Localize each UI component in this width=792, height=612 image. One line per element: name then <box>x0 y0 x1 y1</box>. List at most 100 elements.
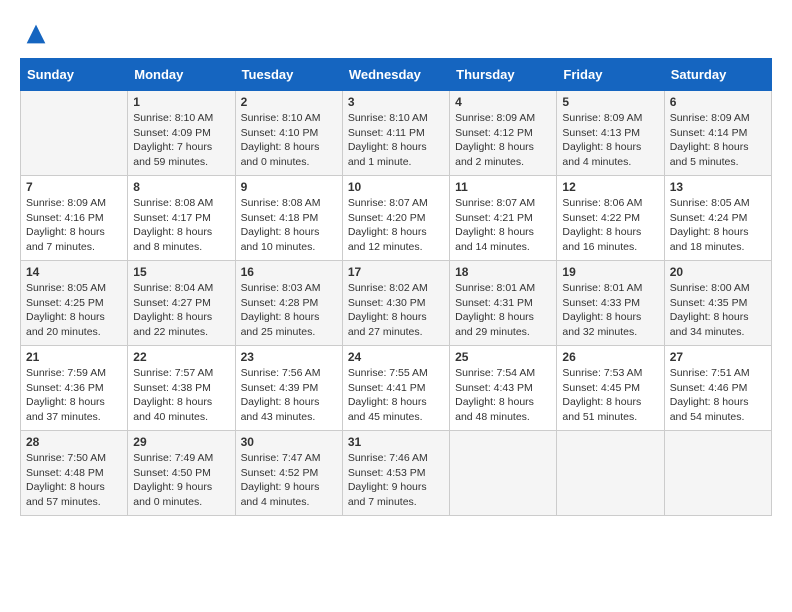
calendar-cell: 24 Sunrise: 7:55 AMSunset: 4:41 PMDayligh… <box>342 346 449 431</box>
day-number: 17 <box>348 265 444 279</box>
calendar-cell: 30 Sunrise: 7:47 AMSunset: 4:52 PMDayligh… <box>235 431 342 516</box>
day-number: 30 <box>241 435 337 449</box>
day-info: Sunrise: 8:10 AMSunset: 4:11 PMDaylight:… <box>348 111 444 170</box>
day-info: Sunrise: 8:09 AMSunset: 4:16 PMDaylight:… <box>26 196 122 255</box>
calendar-cell: 3 Sunrise: 8:10 AMSunset: 4:11 PMDaylight… <box>342 91 449 176</box>
calendar-cell: 15 Sunrise: 8:04 AMSunset: 4:27 PMDayligh… <box>128 261 235 346</box>
calendar-cell: 7 Sunrise: 8:09 AMSunset: 4:16 PMDaylight… <box>21 176 128 261</box>
day-info: Sunrise: 7:54 AMSunset: 4:43 PMDaylight:… <box>455 366 551 425</box>
day-info: Sunrise: 8:09 AMSunset: 4:12 PMDaylight:… <box>455 111 551 170</box>
calendar-cell: 20 Sunrise: 8:00 AMSunset: 4:35 PMDayligh… <box>664 261 771 346</box>
day-info: Sunrise: 8:01 AMSunset: 4:31 PMDaylight:… <box>455 281 551 340</box>
day-number: 14 <box>26 265 122 279</box>
day-info: Sunrise: 8:09 AMSunset: 4:13 PMDaylight:… <box>562 111 658 170</box>
day-number: 15 <box>133 265 229 279</box>
calendar-cell: 31 Sunrise: 7:46 AMSunset: 4:53 PMDayligh… <box>342 431 449 516</box>
day-info: Sunrise: 8:07 AMSunset: 4:21 PMDaylight:… <box>455 196 551 255</box>
calendar-cell: 13 Sunrise: 8:05 AMSunset: 4:24 PMDayligh… <box>664 176 771 261</box>
day-number: 19 <box>562 265 658 279</box>
logo <box>20 20 52 48</box>
calendar-cell: 4 Sunrise: 8:09 AMSunset: 4:12 PMDaylight… <box>450 91 557 176</box>
day-number: 3 <box>348 95 444 109</box>
day-number: 4 <box>455 95 551 109</box>
day-info: Sunrise: 7:50 AMSunset: 4:48 PMDaylight:… <box>26 451 122 510</box>
calendar-cell: 22 Sunrise: 7:57 AMSunset: 4:38 PMDayligh… <box>128 346 235 431</box>
calendar-cell: 14 Sunrise: 8:05 AMSunset: 4:25 PMDayligh… <box>21 261 128 346</box>
weekday-header-friday: Friday <box>557 59 664 91</box>
day-info: Sunrise: 7:46 AMSunset: 4:53 PMDaylight:… <box>348 451 444 510</box>
calendar-cell <box>21 91 128 176</box>
day-info: Sunrise: 8:09 AMSunset: 4:14 PMDaylight:… <box>670 111 766 170</box>
day-number: 7 <box>26 180 122 194</box>
calendar-cell: 27 Sunrise: 7:51 AMSunset: 4:46 PMDayligh… <box>664 346 771 431</box>
day-number: 2 <box>241 95 337 109</box>
calendar-cell: 21 Sunrise: 7:59 AMSunset: 4:36 PMDayligh… <box>21 346 128 431</box>
calendar-cell <box>557 431 664 516</box>
day-number: 22 <box>133 350 229 364</box>
day-info: Sunrise: 8:05 AMSunset: 4:25 PMDaylight:… <box>26 281 122 340</box>
day-info: Sunrise: 7:49 AMSunset: 4:50 PMDaylight:… <box>133 451 229 510</box>
day-info: Sunrise: 7:55 AMSunset: 4:41 PMDaylight:… <box>348 366 444 425</box>
day-number: 11 <box>455 180 551 194</box>
day-number: 18 <box>455 265 551 279</box>
calendar-cell: 23 Sunrise: 7:56 AMSunset: 4:39 PMDayligh… <box>235 346 342 431</box>
day-info: Sunrise: 8:02 AMSunset: 4:30 PMDaylight:… <box>348 281 444 340</box>
calendar-cell: 16 Sunrise: 8:03 AMSunset: 4:28 PMDayligh… <box>235 261 342 346</box>
calendar-cell <box>664 431 771 516</box>
day-info: Sunrise: 8:01 AMSunset: 4:33 PMDaylight:… <box>562 281 658 340</box>
day-number: 9 <box>241 180 337 194</box>
day-number: 29 <box>133 435 229 449</box>
calendar-cell: 17 Sunrise: 8:02 AMSunset: 4:30 PMDayligh… <box>342 261 449 346</box>
calendar-week-row: 1Sunrise: 8:10 AMSunset: 4:09 PMDaylight… <box>21 91 772 176</box>
calendar-cell: 29 Sunrise: 7:49 AMSunset: 4:50 PMDayligh… <box>128 431 235 516</box>
day-info: Sunrise: 8:03 AMSunset: 4:28 PMDaylight:… <box>241 281 337 340</box>
calendar-cell: 8 Sunrise: 8:08 AMSunset: 4:17 PMDaylight… <box>128 176 235 261</box>
day-number: 16 <box>241 265 337 279</box>
calendar-cell <box>450 431 557 516</box>
day-number: 27 <box>670 350 766 364</box>
calendar-cell: 1Sunrise: 8:10 AMSunset: 4:09 PMDaylight… <box>128 91 235 176</box>
day-number: 31 <box>348 435 444 449</box>
calendar-cell: 10Sunrise: 8:07 AMSunset: 4:20 PMDayligh… <box>342 176 449 261</box>
calendar-week-row: 7 Sunrise: 8:09 AMSunset: 4:16 PMDaylight… <box>21 176 772 261</box>
weekday-header-wednesday: Wednesday <box>342 59 449 91</box>
calendar-cell: 25 Sunrise: 7:54 AMSunset: 4:43 PMDayligh… <box>450 346 557 431</box>
day-number: 20 <box>670 265 766 279</box>
day-number: 23 <box>241 350 337 364</box>
day-info: Sunrise: 8:08 AMSunset: 4:18 PMDaylight:… <box>241 196 337 255</box>
day-number: 28 <box>26 435 122 449</box>
calendar-cell: 6 Sunrise: 8:09 AMSunset: 4:14 PMDaylight… <box>664 91 771 176</box>
calendar-cell: 11 Sunrise: 8:07 AMSunset: 4:21 PMDayligh… <box>450 176 557 261</box>
day-number: 8 <box>133 180 229 194</box>
day-number: 5 <box>562 95 658 109</box>
day-info: Sunrise: 8:10 AMSunset: 4:09 PMDaylight:… <box>133 111 229 170</box>
calendar-cell: 28 Sunrise: 7:50 AMSunset: 4:48 PMDayligh… <box>21 431 128 516</box>
day-info: Sunrise: 7:57 AMSunset: 4:38 PMDaylight:… <box>133 366 229 425</box>
calendar-week-row: 14 Sunrise: 8:05 AMSunset: 4:25 PMDayligh… <box>21 261 772 346</box>
calendar-cell: 2 Sunrise: 8:10 AMSunset: 4:10 PMDaylight… <box>235 91 342 176</box>
calendar-week-row: 28 Sunrise: 7:50 AMSunset: 4:48 PMDayligh… <box>21 431 772 516</box>
day-info: Sunrise: 8:00 AMSunset: 4:35 PMDaylight:… <box>670 281 766 340</box>
day-info: Sunrise: 7:51 AMSunset: 4:46 PMDaylight:… <box>670 366 766 425</box>
weekday-header-tuesday: Tuesday <box>235 59 342 91</box>
day-number: 24 <box>348 350 444 364</box>
day-info: Sunrise: 8:10 AMSunset: 4:10 PMDaylight:… <box>241 111 337 170</box>
day-number: 26 <box>562 350 658 364</box>
day-info: Sunrise: 8:05 AMSunset: 4:24 PMDaylight:… <box>670 196 766 255</box>
day-number: 6 <box>670 95 766 109</box>
day-info: Sunrise: 8:04 AMSunset: 4:27 PMDaylight:… <box>133 281 229 340</box>
day-number: 21 <box>26 350 122 364</box>
weekday-header-thursday: Thursday <box>450 59 557 91</box>
calendar-cell: 9 Sunrise: 8:08 AMSunset: 4:18 PMDaylight… <box>235 176 342 261</box>
day-info: Sunrise: 7:47 AMSunset: 4:52 PMDaylight:… <box>241 451 337 510</box>
day-number: 13 <box>670 180 766 194</box>
day-info: Sunrise: 7:56 AMSunset: 4:39 PMDaylight:… <box>241 366 337 425</box>
day-number: 10 <box>348 180 444 194</box>
weekday-header-monday: Monday <box>128 59 235 91</box>
day-info: Sunrise: 8:06 AMSunset: 4:22 PMDaylight:… <box>562 196 658 255</box>
day-info: Sunrise: 7:59 AMSunset: 4:36 PMDaylight:… <box>26 366 122 425</box>
day-number: 25 <box>455 350 551 364</box>
day-number: 12 <box>562 180 658 194</box>
calendar-cell: 26Sunrise: 7:53 AMSunset: 4:45 PMDayligh… <box>557 346 664 431</box>
day-info: Sunrise: 8:08 AMSunset: 4:17 PMDaylight:… <box>133 196 229 255</box>
